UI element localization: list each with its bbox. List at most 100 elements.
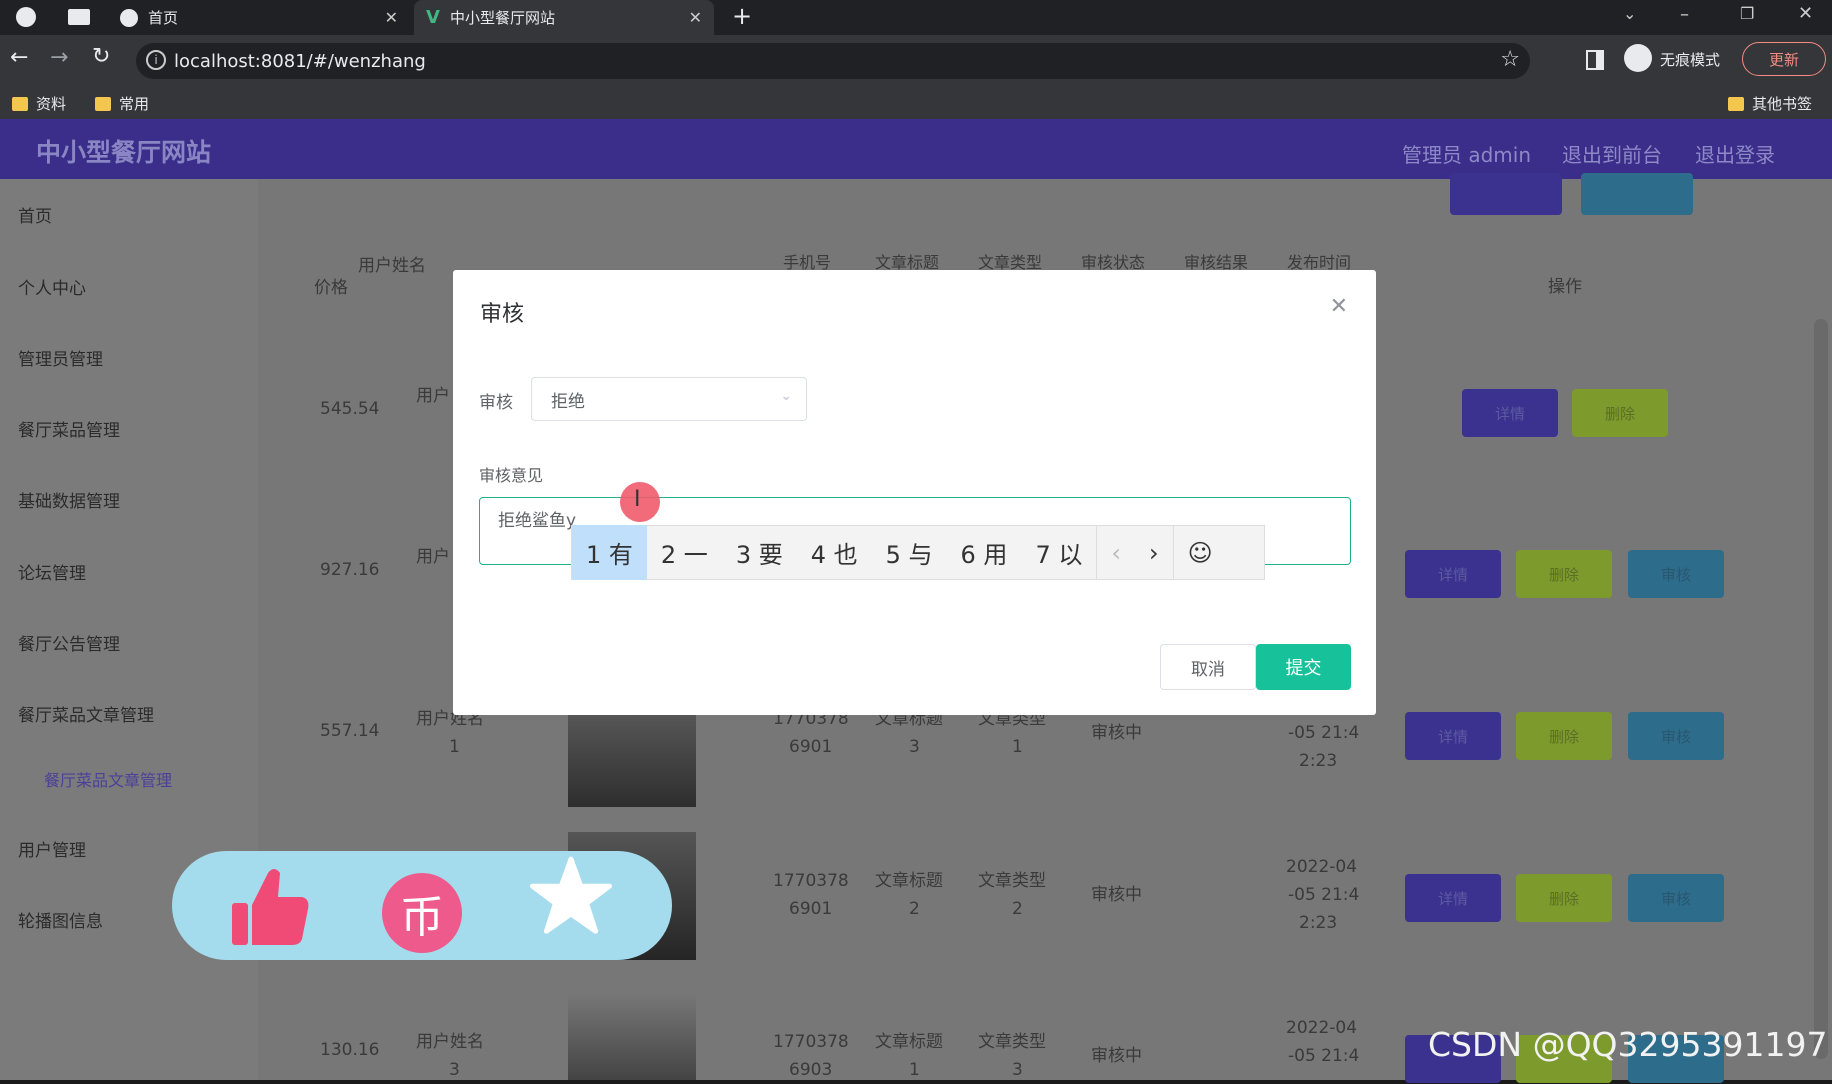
sidebar-item-profile[interactable]: 个人中心 bbox=[18, 274, 86, 299]
sidebar-item-articles[interactable]: 餐厅菜品文章管理 bbox=[18, 701, 154, 726]
tab-home[interactable]: 首页 ✕ bbox=[110, 0, 410, 35]
tab-label: 首页 bbox=[148, 9, 179, 27]
close-tab-icon[interactable]: ✕ bbox=[385, 8, 398, 27]
sidebar-item-admins[interactable]: 管理员管理 bbox=[18, 345, 103, 370]
restore-icon[interactable]: ❐ bbox=[1740, 4, 1754, 23]
triple-action-pill: 币 bbox=[172, 851, 672, 960]
ime-candidate[interactable]: 7 以 bbox=[1021, 525, 1096, 580]
row4-title-a: 文章标题 bbox=[875, 871, 943, 891]
row3-time-a: -05 21:4 bbox=[1288, 723, 1360, 743]
row2-delete-button[interactable]: 删除 bbox=[1516, 550, 1612, 598]
forward-icon[interactable]: → bbox=[50, 45, 68, 70]
new-tab-icon[interactable]: + bbox=[732, 2, 752, 30]
bookmark-folder-ziliao[interactable]: 资料 bbox=[12, 93, 66, 114]
row4-time-c: 2:23 bbox=[1299, 913, 1338, 933]
row5-status: 审核中 bbox=[1091, 1046, 1142, 1066]
ime-candidate[interactable]: 4 也 bbox=[797, 525, 872, 580]
logout-link[interactable]: 退出登录 bbox=[1695, 139, 1775, 168]
row3-phone-b: 6901 bbox=[789, 737, 833, 757]
review-select[interactable]: 拒绝 ⌄ bbox=[531, 377, 807, 421]
sidebar-item-home[interactable]: 首页 bbox=[18, 202, 52, 227]
close-tab-icon[interactable]: ✕ bbox=[689, 8, 702, 27]
bookmark-label: 其他书签 bbox=[1752, 95, 1813, 113]
tab-restaurant[interactable]: V 中小型餐厅网站 ✕ bbox=[414, 0, 714, 35]
review-select-label: 审核 bbox=[479, 393, 513, 413]
other-bookmarks[interactable]: 其他书签 bbox=[1728, 93, 1812, 114]
row4-phone-b: 6901 bbox=[789, 899, 833, 919]
row4-time-b: -05 21:4 bbox=[1288, 885, 1360, 905]
sidebar-item-users[interactable]: 用户管理 bbox=[18, 836, 86, 861]
row1-user: 用户 bbox=[416, 386, 450, 406]
tab-list-icon[interactable]: ⌄ bbox=[1623, 4, 1636, 23]
chevron-down-icon: ⌄ bbox=[780, 388, 792, 404]
review-select-value: 拒绝 bbox=[551, 391, 585, 412]
ime-candidate[interactable]: 3 要 bbox=[722, 525, 797, 580]
chevron-left-icon[interactable]: ‹ bbox=[1096, 525, 1135, 580]
ime-candidate[interactable]: 5 与 bbox=[872, 525, 947, 580]
cancel-button[interactable]: 取消 bbox=[1160, 644, 1256, 690]
star-icon[interactable] bbox=[530, 855, 612, 937]
browser-toolbar: ← → ↻ i localhost:8081/#/wenzhang ☆ 无痕模式… bbox=[0, 35, 1832, 87]
row4-time-a: 2022-04 bbox=[1286, 857, 1358, 877]
bookmark-folder-changyong[interactable]: 常用 bbox=[95, 93, 149, 114]
row1-delete-button[interactable]: 删除 bbox=[1572, 389, 1668, 437]
ime-candidate[interactable]: 1 有 bbox=[572, 525, 647, 580]
globe-icon bbox=[120, 8, 138, 27]
ime-candidate[interactable]: 6 用 bbox=[947, 525, 1022, 580]
update-button[interactable]: 更新 bbox=[1742, 42, 1826, 76]
close-icon[interactable]: ✕ bbox=[1330, 294, 1348, 319]
sidebar-item-forum[interactable]: 论坛管理 bbox=[18, 559, 86, 584]
row3-review-button[interactable]: 审核 bbox=[1628, 712, 1724, 760]
sidebar-item-basic-data[interactable]: 基础数据管理 bbox=[18, 487, 120, 512]
chevron-right-icon[interactable]: › bbox=[1135, 525, 1173, 580]
ime-candidate[interactable]: 2 一 bbox=[647, 525, 722, 580]
reload-icon[interactable]: ↻ bbox=[92, 44, 110, 69]
row4-delete-button[interactable]: 删除 bbox=[1516, 874, 1612, 922]
submit-button[interactable]: 提交 bbox=[1256, 644, 1351, 690]
close-window-icon[interactable]: ✕ bbox=[1798, 3, 1813, 24]
tab-search-icon[interactable] bbox=[68, 9, 90, 25]
header-user-name: 用户姓名 bbox=[358, 256, 426, 276]
row3-detail-button[interactable]: 详情 bbox=[1405, 712, 1501, 760]
row2-review-button[interactable]: 审核 bbox=[1628, 550, 1724, 598]
row5-price: 130.16 bbox=[320, 1040, 380, 1060]
scrollbar[interactable] bbox=[1814, 319, 1828, 1059]
row1-detail-button[interactable]: 详情 bbox=[1462, 389, 1558, 437]
bookmark-star-icon[interactable]: ☆ bbox=[1500, 47, 1520, 72]
brand-title: 中小型餐厅网站 bbox=[36, 138, 212, 167]
emoji-icon[interactable]: ☺ bbox=[1172, 525, 1227, 580]
address-bar[interactable]: i localhost:8081/#/wenzhang ☆ bbox=[136, 43, 1530, 79]
add-button[interactable] bbox=[1450, 173, 1562, 215]
row4-detail-button[interactable]: 详情 bbox=[1405, 874, 1501, 922]
row3-status: 审核中 bbox=[1091, 723, 1142, 743]
sidebar-item-carousel[interactable]: 轮播图信息 bbox=[18, 907, 103, 932]
back-icon[interactable]: ← bbox=[10, 45, 28, 70]
sidebar-item-dishes[interactable]: 餐厅菜品管理 bbox=[18, 416, 120, 441]
chrome-icon[interactable] bbox=[16, 7, 36, 27]
opinion-label: 审核意见 bbox=[479, 466, 544, 485]
ime-candidate-bar: 1 有 2 一 3 要 4 也 5 与 6 用 7 以 ‹ › ☺ bbox=[571, 525, 1265, 580]
side-panel-icon[interactable] bbox=[1586, 50, 1604, 70]
row5-image bbox=[568, 994, 696, 1080]
row2-price: 927.16 bbox=[320, 560, 380, 580]
sidebar-subitem-articles[interactable]: 餐厅菜品文章管理 bbox=[44, 767, 172, 791]
bookmarks-bar: 资料 常用 其他书签 bbox=[0, 87, 1832, 119]
batch-delete-button[interactable] bbox=[1581, 173, 1693, 215]
header-price[interactable]: 价格 bbox=[314, 274, 348, 302]
row3-user-b: 1 bbox=[449, 737, 460, 757]
row4-review-button[interactable]: 审核 bbox=[1628, 874, 1724, 922]
thumbs-up-icon[interactable] bbox=[230, 865, 310, 949]
row3-price: 557.14 bbox=[320, 721, 380, 741]
browser-tab-bar: 首页 ✕ V 中小型餐厅网站 ✕ + ⌄ – ❐ ✕ bbox=[0, 0, 1832, 35]
watermark: CSDN @QQ3295391197 bbox=[1428, 1025, 1828, 1064]
exit-to-front-link[interactable]: 退出到前台 bbox=[1562, 139, 1662, 168]
info-icon[interactable]: i bbox=[146, 50, 166, 70]
row5-time-b: -05 21:4 bbox=[1288, 1046, 1360, 1066]
coin-icon[interactable]: 币 bbox=[382, 873, 462, 953]
top-nav: 中小型餐厅网站 管理员 admin 退出到前台 退出登录 bbox=[0, 119, 1832, 179]
row3-delete-button[interactable]: 删除 bbox=[1516, 712, 1612, 760]
row2-detail-button[interactable]: 详情 bbox=[1405, 550, 1501, 598]
folder-icon bbox=[95, 96, 111, 111]
sidebar-item-notices[interactable]: 餐厅公告管理 bbox=[18, 630, 120, 655]
minimize-icon[interactable]: – bbox=[1680, 4, 1689, 25]
